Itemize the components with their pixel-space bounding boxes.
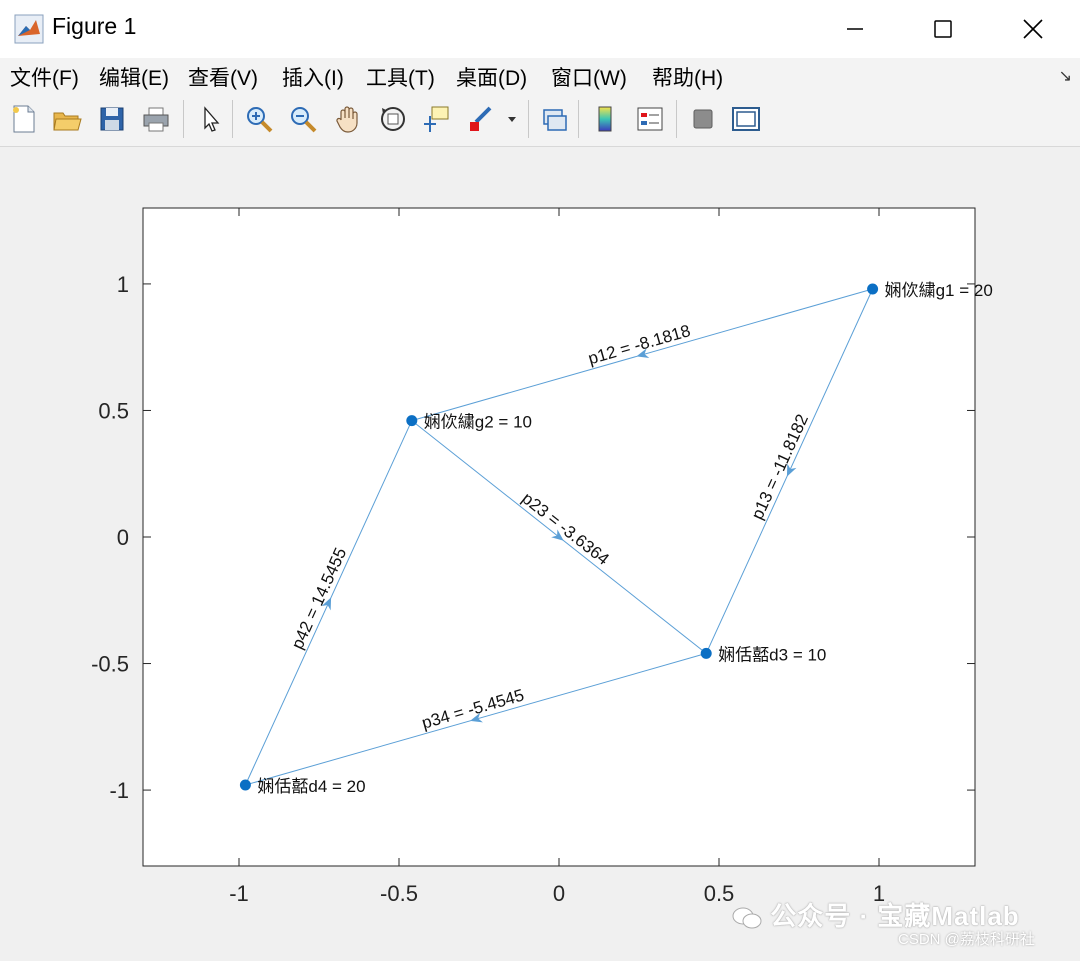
legend-icon[interactable] [633, 102, 667, 136]
data-cursor-icon[interactable] [420, 102, 454, 136]
menu-tools[interactable]: 工具(T) [366, 62, 435, 92]
figure-toolbar [0, 94, 1080, 147]
brush-dropdown-icon[interactable] [502, 102, 522, 136]
menu-help[interactable]: 帮助(H) [652, 62, 723, 92]
pan-hand-icon[interactable] [331, 102, 365, 136]
wechat-logo-icon [732, 906, 762, 930]
node-label-g1: 娴佽繍g1 = 20 [885, 281, 993, 300]
select-arrow-icon[interactable] [193, 102, 227, 136]
node-marker-d3[interactable] [700, 647, 712, 659]
menu-edit[interactable]: 编辑(E) [99, 62, 169, 92]
y-tick-label: 0 [117, 525, 129, 550]
figure-canvas: -1 -0.5 0 0.5 1 1 0.5 0 -0.5 -1 p12 = -8.1818 p13… [0, 147, 1080, 956]
dock-arrow-icon[interactable]: ↘ [1059, 66, 1072, 86]
x-tick-label: 0.5 [704, 881, 735, 906]
y-tick-label: 0.5 [98, 398, 129, 423]
title-bar: Figure 1 [0, 0, 1080, 58]
hide-plot-tools-icon[interactable] [686, 102, 720, 136]
x-tick-label: -1 [229, 881, 249, 906]
open-file-icon[interactable] [50, 102, 84, 136]
link-plot-icon[interactable] [538, 102, 572, 136]
watermark-sub: CSDN @荔枝科研社 [898, 931, 1035, 948]
window-title: Figure 1 [52, 13, 137, 39]
y-tick-label: 1 [117, 272, 129, 297]
show-plot-tools-icon[interactable] [729, 102, 763, 136]
minimize-button[interactable] [810, 0, 900, 58]
new-figure-icon[interactable] [6, 102, 40, 136]
colorbar-icon[interactable] [588, 102, 622, 136]
toolbar-separator [578, 100, 579, 138]
brush-icon[interactable] [464, 102, 498, 136]
zoom-out-icon[interactable] [286, 102, 320, 136]
node-marker-d4[interactable] [239, 779, 251, 791]
print-icon[interactable] [139, 102, 173, 136]
menu-window[interactable]: 窗口(W) [551, 62, 627, 92]
save-icon[interactable] [95, 102, 129, 136]
watermark-main-text: 公众号 · 宝藏Matlab [770, 901, 1020, 931]
matlab-logo-icon [14, 14, 44, 44]
zoom-in-icon[interactable] [242, 102, 276, 136]
node-label-d4: 娴佸嚭d4 = 20 [257, 777, 365, 796]
close-button[interactable] [988, 0, 1078, 58]
toolbar-separator [528, 100, 529, 138]
menu-file[interactable]: 文件(F) [10, 62, 79, 92]
menu-view[interactable]: 查看(V) [188, 62, 258, 92]
maximize-button[interactable] [898, 0, 988, 58]
y-tick-label: -1 [109, 778, 129, 803]
y-tick-label: -0.5 [91, 652, 129, 677]
node-label-g2: 娴佽繍g2 = 10 [424, 413, 532, 432]
node-marker-g2[interactable] [406, 415, 418, 427]
menu-desktop[interactable]: 桌面(D) [456, 62, 527, 92]
rotate-3d-icon[interactable] [376, 102, 410, 136]
menu-insert[interactable]: 插入(I) [282, 62, 344, 92]
plot-axes[interactable]: -1 -0.5 0 0.5 1 10.50-0.5-1 p12 = -8.1818p13… [0, 147, 1080, 956]
toolbar-separator [676, 100, 677, 138]
menu-bar: 文件(F) 编辑(E) 查看(V) 插入(I) 工具(T) 桌面(D) 窗口(W… [0, 58, 1080, 94]
x-tick-label: -0.5 [380, 881, 418, 906]
toolbar-separator [183, 100, 184, 138]
toolbar-separator [232, 100, 233, 138]
node-label-d3: 娴佸嚭d3 = 10 [718, 645, 826, 664]
node-marker-g1[interactable] [867, 283, 879, 295]
x-tick-label: 0 [553, 881, 565, 906]
